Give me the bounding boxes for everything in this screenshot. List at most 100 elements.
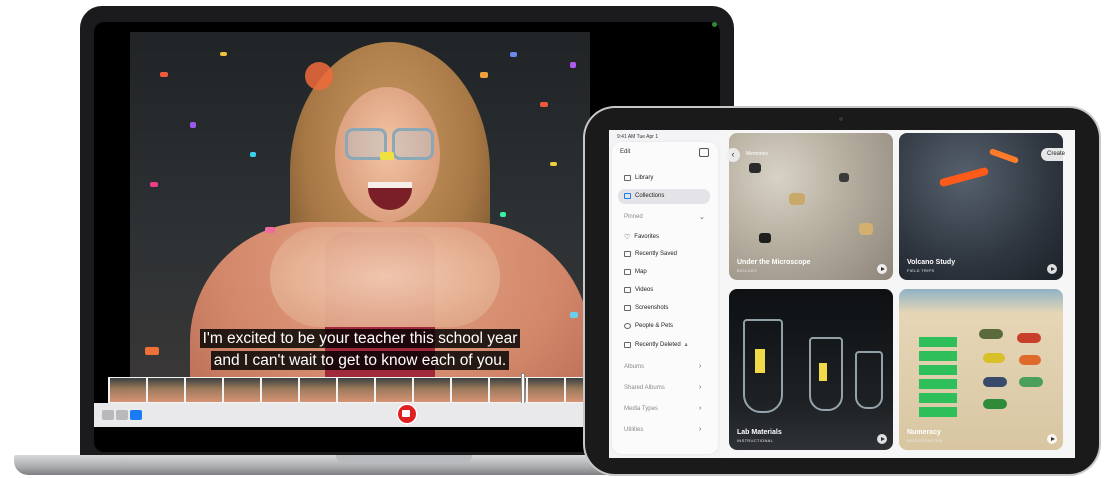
sidebar-item-videos[interactable]: Videos (624, 287, 653, 293)
sidebar-item-library[interactable]: Library (624, 175, 653, 181)
confetti (220, 52, 227, 56)
sidebar-item-label: Recently Saved (635, 251, 678, 257)
confetti (540, 102, 548, 107)
presenter-view-icon[interactable] (116, 410, 128, 420)
sidebar-item-label: Library (635, 175, 654, 181)
toy-dinosaur (1019, 377, 1043, 387)
filmstrip-frame (262, 378, 298, 402)
sidebar-item-people-pets[interactable]: People & Pets (624, 323, 673, 329)
heart-icon: ♡ (624, 234, 631, 241)
filmstrip-frame (490, 378, 526, 402)
collection-tile[interactable]: Lab Materials INSTRUCTIONAL (729, 289, 893, 450)
lava-glow (988, 148, 1020, 164)
filmstrip-frame (110, 378, 146, 402)
sidebar-item-label: Collections (635, 193, 665, 199)
create-button[interactable]: Create (1041, 148, 1071, 161)
lava-glow (938, 166, 990, 188)
tile-subtitle: KINDERGARTEN (907, 438, 943, 443)
confetti (500, 212, 506, 217)
map-icon (624, 269, 631, 275)
play-icon[interactable] (1047, 434, 1057, 444)
chevron-down-icon[interactable]: ⌄ (699, 213, 705, 221)
mineral-grain (749, 163, 761, 173)
mineral-grain (859, 223, 873, 235)
filmstrip-frame (528, 378, 564, 402)
collection-tile[interactable]: Volcano Study FIELD TRIPS (899, 133, 1063, 280)
sidebar-item-label: Recently Deleted (635, 342, 681, 348)
filmstrip-frame (186, 378, 222, 402)
camera-toolbar (94, 403, 588, 427)
edit-button[interactable]: Edit (620, 149, 630, 155)
playhead[interactable] (522, 374, 524, 404)
sidebar-item-recently-deleted[interactable]: Recently Deleted 🔒︎ (624, 342, 687, 348)
person-icon (624, 323, 631, 329)
confetti (190, 122, 196, 128)
confetti (480, 72, 488, 78)
confetti (265, 227, 275, 233)
lock-icon: 🔒︎ (684, 342, 688, 348)
mineral-grain (789, 193, 805, 205)
section-header-media-types[interactable]: Media Types (624, 406, 658, 412)
video-filmstrip[interactable] (108, 377, 590, 403)
beaker (855, 351, 883, 409)
chevron-right-icon[interactable]: › (699, 363, 701, 370)
toy-dinosaur (983, 377, 1007, 387)
sidebar-item-screenshots[interactable]: Screenshots (624, 305, 668, 311)
confetti (510, 52, 517, 57)
front-camera-icon (839, 117, 843, 121)
section-header-shared-albums[interactable]: Shared Albums (624, 385, 665, 391)
toy-dinosaur (1017, 333, 1041, 343)
tile-title: Volcano Study (907, 259, 956, 266)
collections-icon (624, 193, 631, 199)
camera-indicator-icon (712, 22, 717, 27)
recently-saved-icon (624, 251, 631, 257)
sidebar-item-favorites[interactable]: ♡ Favorites (624, 233, 659, 241)
confetti (550, 162, 557, 166)
toy-dinosaur (983, 399, 1007, 409)
sidebar-item-collections[interactable]: Collections (624, 193, 664, 199)
chevron-right-icon[interactable]: › (699, 426, 701, 433)
record-button[interactable] (396, 403, 418, 425)
heart-hands (270, 227, 500, 327)
confetti (160, 72, 168, 77)
filmstrip-frame (224, 378, 260, 402)
back-button[interactable]: ‹ (726, 148, 740, 162)
sidebar-item-map[interactable]: Map (624, 269, 647, 275)
mineral-grain (759, 233, 771, 243)
play-icon[interactable] (1047, 264, 1057, 274)
mineral-grain (839, 173, 849, 182)
confetti (570, 312, 578, 318)
confetti (380, 152, 394, 160)
section-header-utilities[interactable]: Utilities (624, 427, 643, 433)
sidebar-toggle-icon[interactable] (699, 148, 709, 157)
video-icon (624, 287, 631, 293)
nav-title: Memories (746, 151, 768, 157)
confetti (305, 62, 333, 90)
filmstrip-frame (338, 378, 374, 402)
section-header-pinned[interactable]: Pinned (624, 214, 643, 220)
video-preview (130, 32, 590, 388)
chevron-right-icon[interactable]: › (699, 405, 701, 412)
sidebar-item-label: Videos (635, 287, 654, 293)
section-header-albums[interactable]: Albums (624, 364, 644, 370)
tile-subtitle: FIELD TRIPS (907, 268, 935, 273)
collection-tile[interactable]: Numeracy KINDERGARTEN (899, 289, 1063, 450)
confetti (145, 347, 159, 355)
laptop-opening-notch (336, 455, 472, 463)
beaker-label (819, 363, 827, 381)
sidebar-item-recently-saved[interactable]: Recently Saved (624, 251, 677, 257)
tile-subtitle: INSTRUCTIONAL (737, 438, 774, 443)
tile-title: Under the Microscope (737, 259, 811, 266)
play-icon[interactable] (877, 434, 887, 444)
sidebar-item-label: People & Pets (635, 323, 674, 329)
toy-dinosaur (983, 353, 1005, 363)
filmstrip-frame (148, 378, 184, 402)
sidebar-item-label: Screenshots (635, 305, 669, 311)
camera-view-icon[interactable] (130, 410, 142, 420)
grid-view-icon[interactable] (102, 410, 114, 420)
screenshot-icon (624, 305, 631, 311)
tile-subtitle: BIOLOGY (737, 268, 758, 273)
play-icon[interactable] (877, 264, 887, 274)
tile-title: Lab Materials (737, 429, 782, 436)
chevron-right-icon[interactable]: › (699, 384, 701, 391)
